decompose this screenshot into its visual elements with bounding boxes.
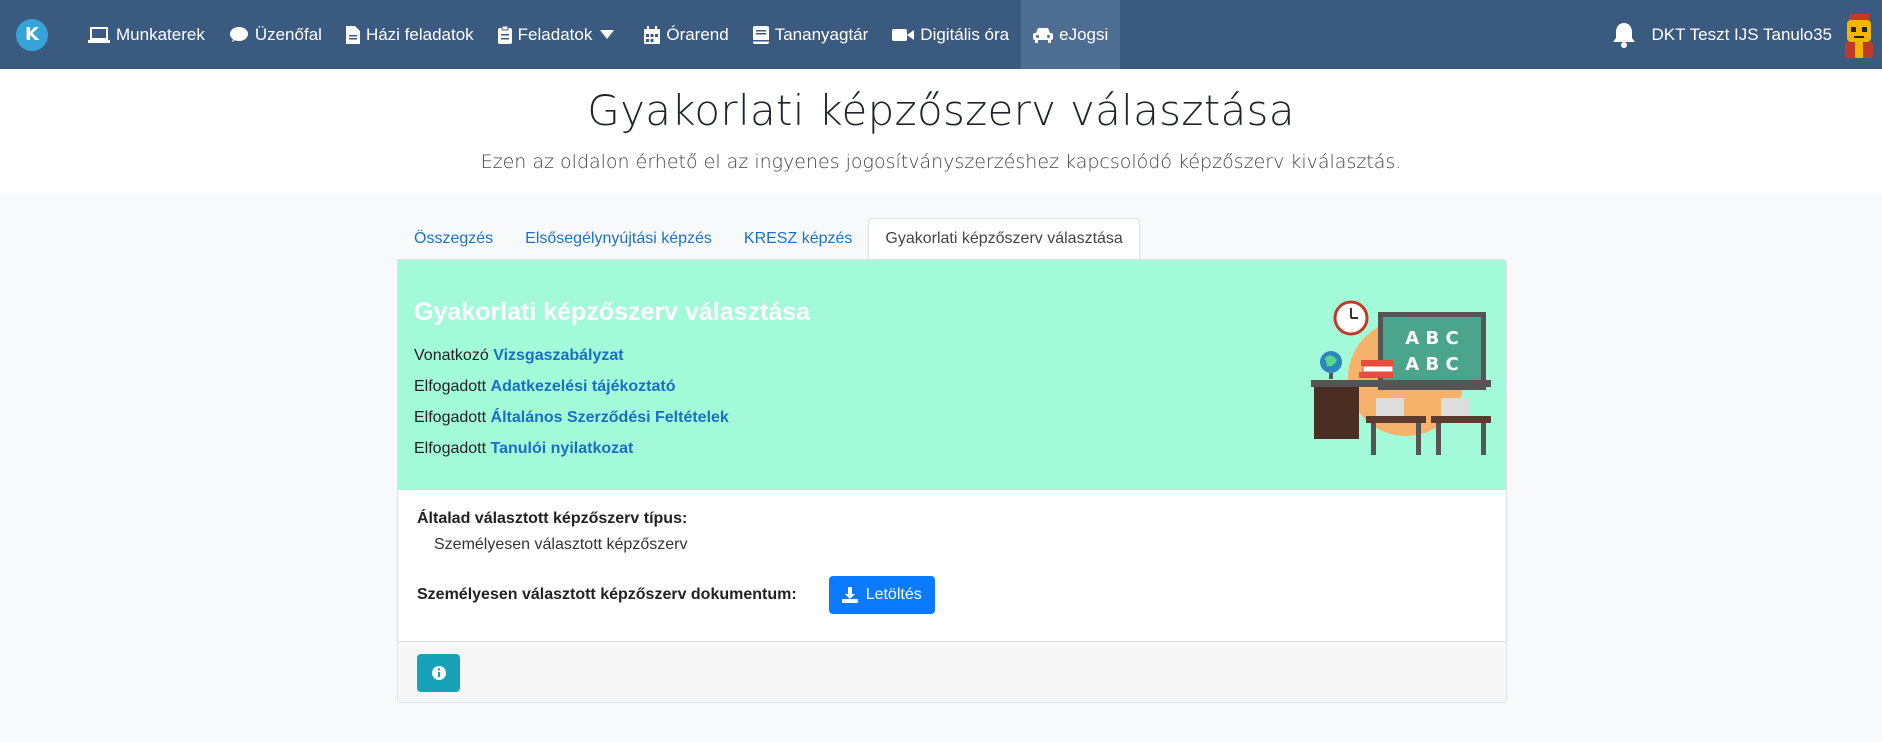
nav-label: Házi feladatok bbox=[365, 24, 474, 44]
nav-label: Feladatok bbox=[517, 24, 593, 44]
download-icon bbox=[841, 587, 858, 603]
nav-item-feladatok[interactable]: Feladatok bbox=[486, 0, 633, 69]
user-area: DKT Teszt IJS Tanulo35 bbox=[1612, 0, 1882, 69]
nav-item-ejogsi[interactable]: eJogsi bbox=[1021, 0, 1121, 69]
nav-item-tananyagtar[interactable]: Tananyagtár bbox=[741, 0, 881, 69]
board-text-2: A B C bbox=[1405, 354, 1458, 375]
page-header: Gyakorlati képzőszerv választása Ezen az… bbox=[0, 69, 1882, 194]
calendar-icon bbox=[644, 25, 661, 44]
info-button[interactable] bbox=[417, 654, 460, 692]
info-banner: Gyakorlati képzőszerv választása Vonatko… bbox=[398, 260, 1506, 490]
top-navbar: K Munkaterek Üzenőfal Házi feladatok Fel… bbox=[0, 0, 1882, 69]
nav-label: Digitális óra bbox=[920, 24, 1010, 44]
tab-bar: Összegzés Elsősegélynyújtási képzés KRES… bbox=[398, 218, 1140, 260]
page-title: Gyakorlati képzőszerv választása bbox=[587, 86, 1295, 135]
brand-letter: K bbox=[25, 24, 39, 45]
tab-kresz[interactable]: KRESZ képzés bbox=[728, 218, 868, 260]
tanuloi-nyilatkozat-link[interactable]: Tanulói nyilatkozat bbox=[491, 440, 634, 457]
adatkezelesi-link[interactable]: Adatkezelési tájékoztató bbox=[491, 378, 676, 395]
nav-item-orarend[interactable]: Órarend bbox=[632, 0, 740, 69]
line-prefix: Elfogadott bbox=[414, 409, 487, 426]
nav-label: Tananyagtár bbox=[774, 24, 869, 44]
nav-label: Üzenőfal bbox=[254, 24, 322, 44]
nav-item-digitalis-ora[interactable]: Digitális óra bbox=[880, 0, 1021, 69]
document-row: Személyesen választott képzőszerv dokume… bbox=[417, 576, 1487, 614]
info-icon bbox=[431, 666, 446, 680]
board-text-1: A B C bbox=[1405, 328, 1458, 349]
download-button[interactable]: Letöltés bbox=[828, 576, 935, 614]
tab-osszegzes[interactable]: Összegzés bbox=[398, 218, 509, 260]
user-name[interactable]: DKT Teszt IJS Tanulo35 bbox=[1652, 25, 1833, 45]
nav-item-hazi-feladatok[interactable]: Házi feladatok bbox=[334, 0, 486, 69]
avatar[interactable] bbox=[1840, 12, 1878, 58]
details-section: Általad választott képzőszerv típus: Sze… bbox=[398, 490, 1506, 641]
line-prefix: Elfogadott bbox=[414, 440, 487, 457]
type-label: Általad választott képzőszerv típus: bbox=[417, 510, 688, 527]
line-prefix: Vonatkozó bbox=[414, 347, 489, 364]
bell-icon[interactable] bbox=[1612, 22, 1636, 48]
card-footer bbox=[398, 641, 1506, 702]
nav-label: Munkaterek bbox=[116, 24, 205, 44]
tab-elsosegely[interactable]: Elsősegélynyújtási képzés bbox=[509, 218, 728, 260]
tab-gyakorlati[interactable]: Gyakorlati képzőszerv választása bbox=[868, 218, 1140, 260]
classroom-illustration: A B C A B C bbox=[1311, 300, 1491, 455]
clipboard-icon bbox=[497, 25, 512, 44]
page-subtitle: Ezen az oldalon érhető el az ingyenes jo… bbox=[480, 151, 1402, 173]
nav-item-munkaterek[interactable]: Munkaterek bbox=[76, 0, 217, 69]
caret-down-icon bbox=[600, 29, 615, 39]
file-icon bbox=[345, 25, 360, 44]
laptop-icon bbox=[88, 26, 110, 43]
line-prefix: Elfogadott bbox=[414, 378, 487, 395]
aszf-link[interactable]: Általános Szerződési Feltételek bbox=[491, 409, 729, 426]
nav-label: eJogsi bbox=[1059, 24, 1109, 44]
nav-item-uzenofal[interactable]: Üzenőfal bbox=[217, 0, 334, 69]
comment-icon bbox=[229, 26, 248, 42]
nav-label: Órarend bbox=[666, 24, 729, 44]
download-label: Letöltés bbox=[865, 586, 922, 603]
document-label: Személyesen választott képzőszerv dokume… bbox=[417, 586, 797, 603]
content-card: Gyakorlati képzőszerv választása Vonatko… bbox=[397, 259, 1507, 703]
book-icon bbox=[752, 25, 769, 44]
car-icon bbox=[1033, 27, 1054, 43]
vizsgaszabalyzat-link[interactable]: Vizsgaszabályzat bbox=[493, 347, 623, 364]
video-icon bbox=[892, 28, 915, 41]
type-value: Személyesen választott képzőszerv bbox=[434, 536, 688, 553]
brand-logo[interactable]: K bbox=[16, 18, 48, 51]
